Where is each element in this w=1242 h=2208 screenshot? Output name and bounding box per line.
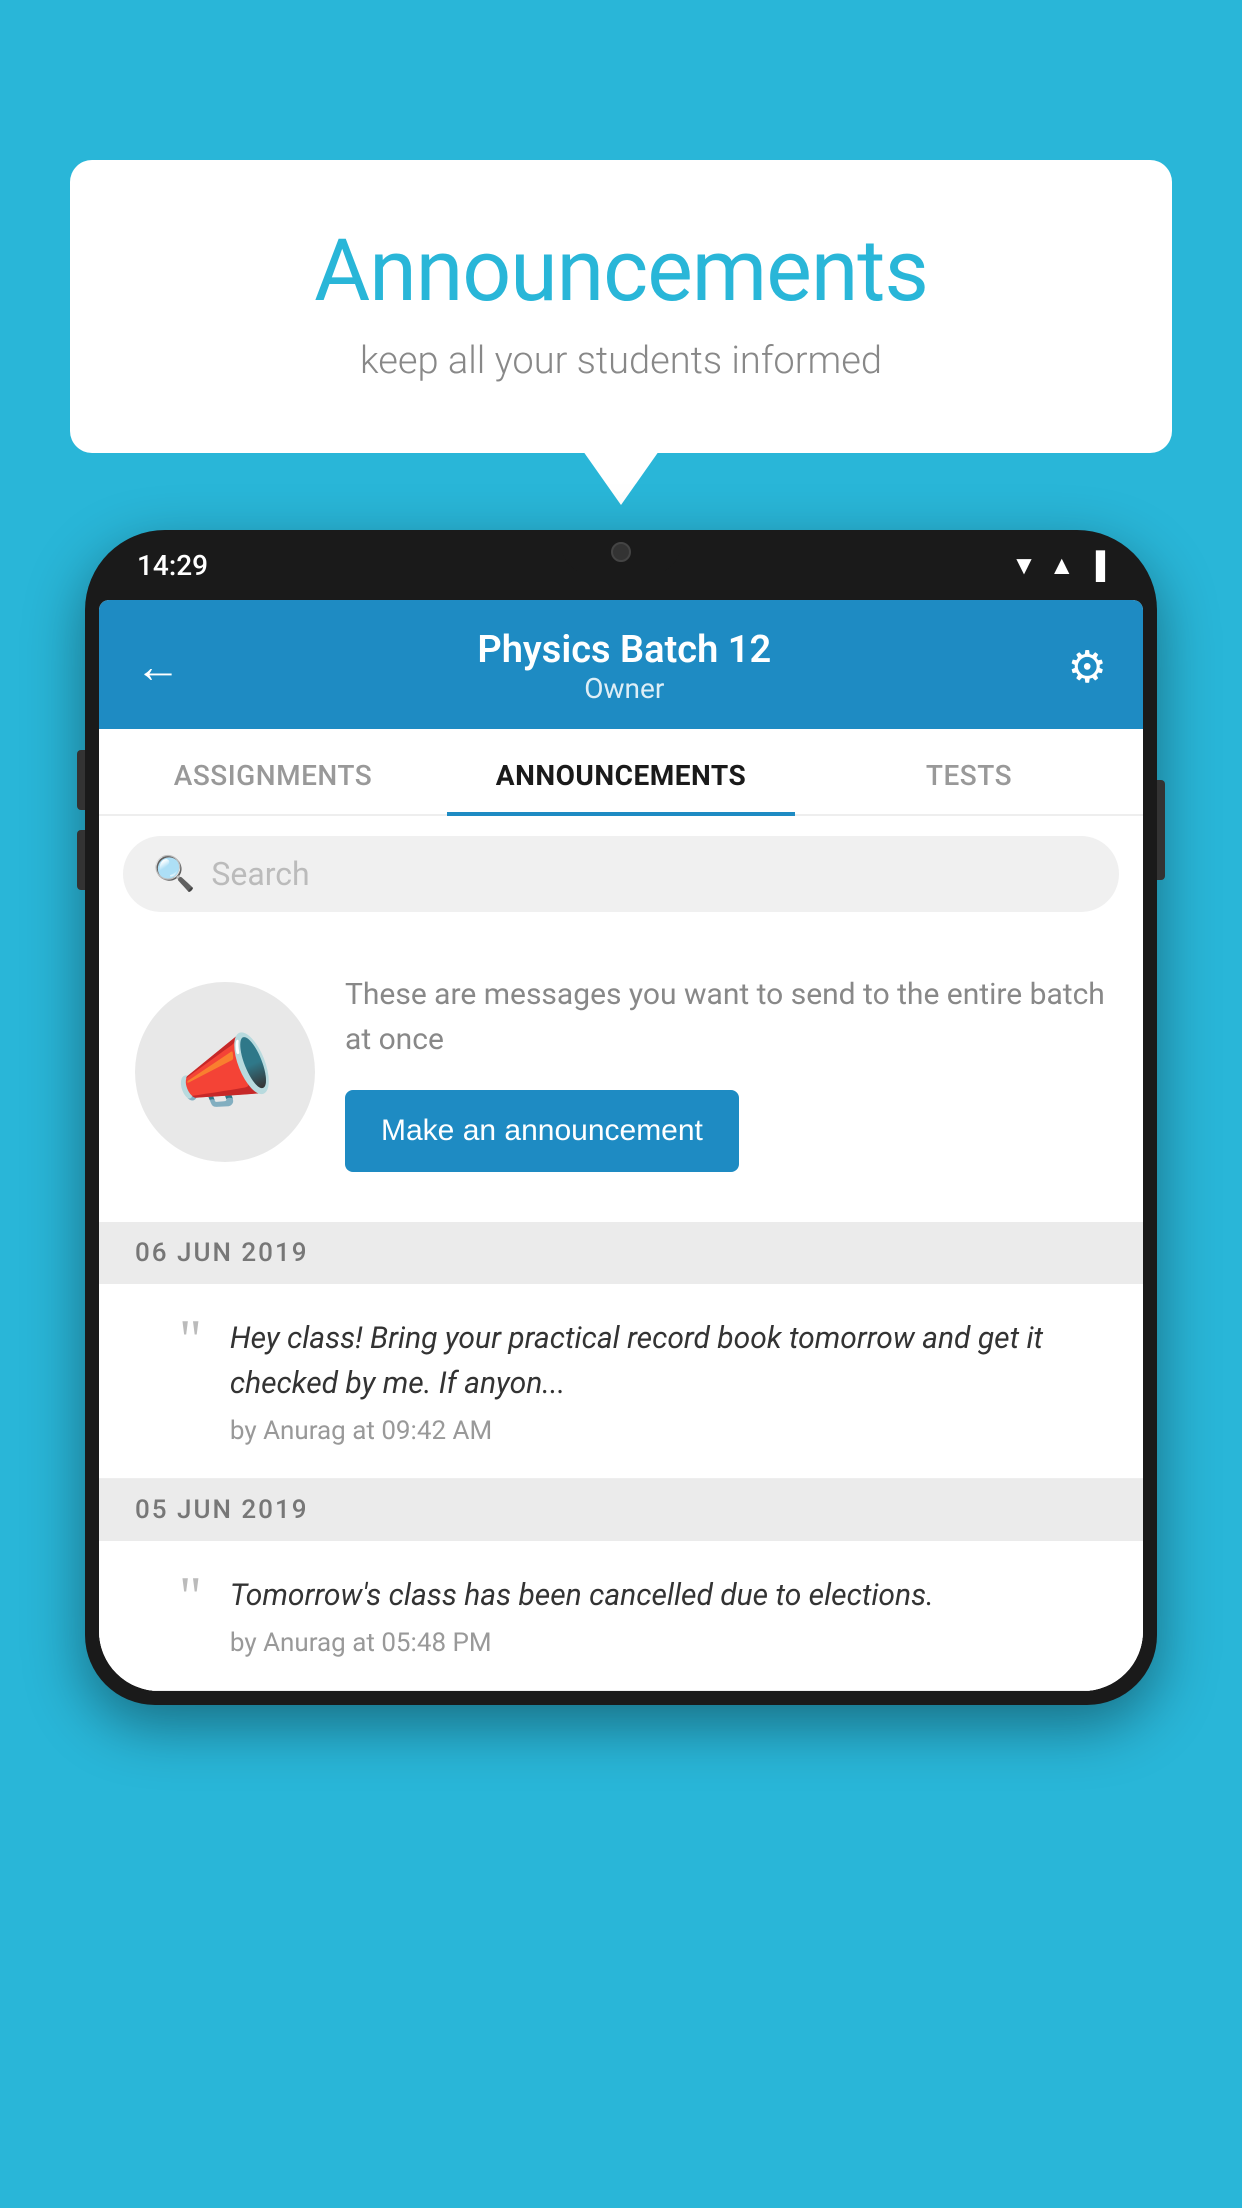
announcement-text-1: Hey class! Bring your practical record b…	[230, 1316, 1107, 1446]
promo-right: These are messages you want to send to t…	[345, 972, 1107, 1172]
front-camera	[611, 542, 631, 562]
bubble-title: Announcements	[150, 220, 1092, 321]
app-bar-title-section: Physics Batch 12 Owner	[477, 628, 771, 705]
speech-bubble: Announcements keep all your students inf…	[70, 160, 1172, 453]
promo-description: These are messages you want to send to t…	[345, 972, 1107, 1062]
quote-mark-2: "	[179, 1569, 202, 1658]
app-bar: ← Physics Batch 12 Owner ⚙	[99, 600, 1143, 729]
announcement-item-1: " Hey class! Bring your practical record…	[99, 1284, 1143, 1479]
status-bar: 14:29 ▼ ▲ ▐	[99, 530, 1143, 600]
app-bar-title: Physics Batch 12	[477, 628, 771, 672]
search-bar[interactable]: 🔍 Search	[123, 836, 1119, 912]
tab-assignments[interactable]: ASSIGNMENTS	[99, 729, 447, 814]
search-icon: 🔍	[153, 854, 195, 894]
volume-down-button	[77, 830, 85, 890]
phone-body: 14:29 ▼ ▲ ▐ ← Physics Batch 12 Owner ⚙	[85, 530, 1157, 1705]
bubble-subtitle: keep all your students informed	[150, 339, 1092, 383]
search-input[interactable]: Search	[211, 855, 309, 893]
quote-mark-1: "	[179, 1312, 202, 1446]
megaphone-icon: 📣	[175, 1025, 275, 1119]
make-announcement-button[interactable]: Make an announcement	[345, 1090, 739, 1172]
announcement-text-2: Tomorrow's class has been cancelled due …	[230, 1573, 1107, 1658]
volume-up-button	[77, 750, 85, 810]
promo-card: 📣 These are messages you want to send to…	[99, 932, 1143, 1222]
phone-frame: 14:29 ▼ ▲ ▐ ← Physics Batch 12 Owner ⚙	[85, 530, 1157, 2208]
announcement-meta-2: by Anurag at 05:48 PM	[230, 1628, 1107, 1658]
date-divider-2: 05 JUN 2019	[99, 1479, 1143, 1541]
screen-content: 🔍 Search 📣 These are messages you want t…	[99, 816, 1143, 1691]
app-bar-subtitle: Owner	[477, 672, 771, 705]
announcement-meta-1: by Anurag at 09:42 AM	[230, 1416, 1107, 1446]
announcement-message-1: Hey class! Bring your practical record b…	[230, 1316, 1107, 1406]
tab-announcements[interactable]: ANNOUNCEMENTS	[447, 729, 795, 814]
tab-tests[interactable]: TESTS	[795, 729, 1143, 814]
settings-icon[interactable]: ⚙	[1068, 641, 1107, 693]
date-divider-1: 06 JUN 2019	[99, 1222, 1143, 1284]
power-button	[1157, 780, 1165, 880]
speech-bubble-section: Announcements keep all your students inf…	[70, 160, 1172, 453]
signal-icon: ▲	[1049, 550, 1075, 581]
phone-screen: ← Physics Batch 12 Owner ⚙ ASSIGNMENTS A…	[99, 600, 1143, 1691]
tabs-container: ASSIGNMENTS ANNOUNCEMENTS TESTS	[99, 729, 1143, 816]
status-time: 14:29	[137, 549, 208, 582]
phone-notch	[561, 530, 681, 574]
promo-icon-circle: 📣	[135, 982, 315, 1162]
back-button[interactable]: ←	[135, 639, 181, 694]
announcement-message-2: Tomorrow's class has been cancelled due …	[230, 1573, 1107, 1618]
status-icons: ▼ ▲ ▐	[1011, 550, 1105, 581]
battery-icon: ▐	[1087, 550, 1105, 581]
announcement-item-2: " Tomorrow's class has been cancelled du…	[99, 1541, 1143, 1691]
wifi-icon: ▼	[1011, 550, 1037, 581]
search-container: 🔍 Search	[99, 816, 1143, 932]
